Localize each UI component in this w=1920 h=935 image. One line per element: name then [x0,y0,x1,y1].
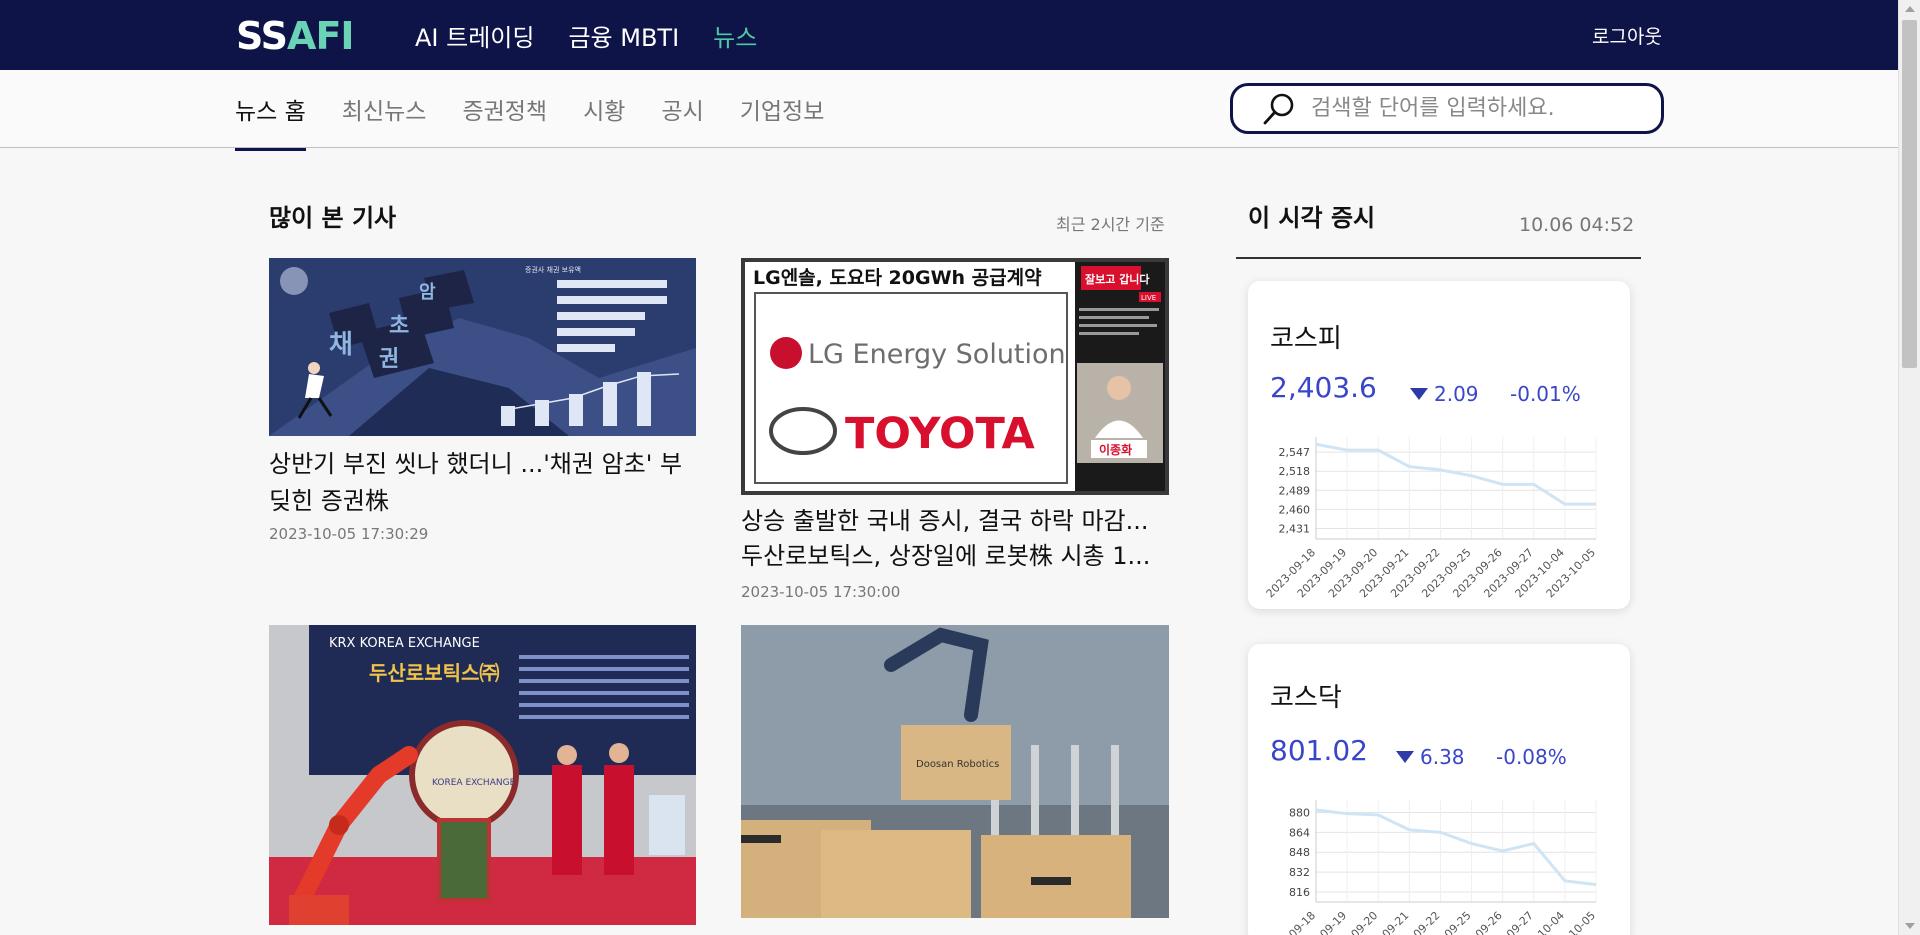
tab-disclosure[interactable]: 공시 [661,92,703,151]
article-thumbnail-lg-toyota[interactable]: LG엔솔, 도요타 20GWh 공급계약 LG Energy Solution … [741,258,1169,495]
tab-company-info[interactable]: 기업정보 [740,92,825,151]
thumbnail-live: LIVE [1141,294,1156,302]
article-thumbnail-doosan-robot[interactable]: Doosan Robotics [741,625,1169,918]
nav-news[interactable]: 뉴스 [713,18,757,53]
scroll-up-arrow-icon[interactable] [1905,6,1915,12]
chart-xtick-label: 09-26 [1473,909,1505,935]
image-char-2: 채 [329,330,353,360]
index-percent: -0.01% [1510,382,1581,406]
scrollbar-thumb[interactable] [1902,20,1917,368]
top-navbar: SSAFI AI 트레이딩 금융 MBTI 뉴스 로그아웃 [0,0,1898,70]
chart-xtick-label: 09-21 [1380,909,1412,935]
index-change: 6.38 [1396,745,1465,769]
popular-title: 많이 본 기사 [269,204,397,232]
article-date: 2023-10-05 17:30:29 [269,525,429,543]
article-date: 2023-10-05 17:30:00 [741,583,901,601]
index-change: 2.09 [1410,382,1479,406]
thumbnail-headline: LG엔솔, 도요타 20GWh 공급계약 [753,267,1042,289]
nav-finance-mbti[interactable]: 금융 MBTI [568,18,679,53]
article-thumbnail-doosan-listing[interactable]: KRX KOREA EXCHANGE 두산로보틱스㈜ KOREA EXCHANG… [269,625,696,925]
nav-ai-trading[interactable]: AI 트레이딩 [415,18,534,53]
down-arrow-icon [1410,388,1428,400]
index-change-value: 2.09 [1434,382,1479,406]
logo[interactable]: SSAFI [236,14,355,58]
index-value: 2,403.6 [1270,371,1377,404]
tab-latest-news[interactable]: 최신뉴스 [342,92,427,151]
chart-xtick-label: 09-19 [1317,909,1349,935]
scroll-down-arrow-icon[interactable] [1905,923,1915,929]
chart-xtick-label: 09-22 [1411,909,1443,935]
image-char-3: 권 [379,347,399,372]
image-note: 증권사 채권 보유액 [525,265,581,274]
thumbnail-badge: 잘보고 갑니다 [1085,272,1150,286]
article-title[interactable]: 두산로보틱스, 상장일에 로봇株 시총 1... [741,538,1171,575]
logo-part-ss: SS [236,14,288,58]
thumbnail-brand-lg: LG Energy Solution [808,339,1066,370]
tab-market-conditions[interactable]: 시황 [583,92,625,151]
index-name: 코스닥 [1270,683,1342,713]
chart-series-line [1315,808,1597,887]
index-card-kospi[interactable]: 코스피 2,403.6 2.09 -0.01% 2,547 2,518 2,489 2… [1248,281,1630,609]
chart-xtick-label: 10-05 [1566,909,1598,935]
chart-xtick-label: 09-18 [1286,909,1318,935]
chart-ytick-label: 832 [1289,866,1310,879]
article-title[interactable]: 상승 출발한 국내 증시, 결국 하락 마감... [741,503,1171,540]
photo-banner-text: 두산로보틱스㈜ [369,661,499,685]
chart-xtick-label: 10-04 [1535,909,1567,935]
logo-part-afi: AFI [287,14,355,58]
chart-ytick-label: 880 [1289,806,1310,819]
news-subnav: 뉴스 홈 최신뉴스 증권정책 시황 공시 기업정보 [0,70,1898,151]
photo-drum-text: KOREA EXCHANGE [432,778,516,788]
image-char-1: 초 [389,314,409,339]
chart-ytick-label: 864 [1289,826,1310,839]
main-nav: AI 트레이딩 금융 MBTI 뉴스 [415,18,757,53]
chart-xtick-label: 09-25 [1442,909,1474,935]
popular-subtitle: 최근 2시간 기준 [1056,215,1165,234]
chart-xtick-label: 09-27 [1504,909,1536,935]
news-tabs: 뉴스 홈 최신뉴스 증권정책 시황 공시 기업정보 [235,92,824,151]
index-name: 코스피 [1270,324,1342,354]
chart-ytick-label: 816 [1289,886,1310,899]
chart-ytick-label: 2,518 [1279,465,1311,478]
chart-xtick-label: 09-20 [1349,909,1381,935]
index-percent: -0.08% [1496,745,1567,769]
image-char-0: 암 [419,282,436,303]
market-divider [1236,257,1641,259]
down-arrow-icon [1396,751,1414,763]
index-card-kosdaq[interactable]: 코스닥 801.02 6.38 -0.08% 880 864 848 832 816 09… [1248,644,1630,935]
tab-news-home[interactable]: 뉴스 홈 [235,92,306,151]
photo-box-label: Doosan Robotics [916,759,999,770]
chart-ytick-label: 848 [1289,846,1310,859]
market-time: 10.06 04:52 [1519,214,1635,236]
search-input[interactable] [1311,96,1631,121]
index-chart-kospi: 2,5472,5182,4892,4602,4312023-09-182023-… [1264,437,1598,600]
search-icon[interactable] [1261,91,1297,127]
index-chart-kosdaq: 880 864 848 832 816 09-18 09-19 09-20 09-21 09-22… [1286,800,1598,935]
photo-exchange-text: KRX KOREA EXCHANGE [329,636,480,651]
chart-ytick-label: 2,431 [1279,522,1311,535]
search-box[interactable] [1230,83,1664,134]
thumbnail-brand-toyota: TOYOTA [845,409,1036,459]
scrollbar[interactable] [1898,0,1920,935]
chart-ytick-label: 2,489 [1279,484,1311,497]
article-thumbnail-bond[interactable]: 암 초 채 권 증권사 채권 보유액 [269,258,696,436]
article-title[interactable]: 상반기 부진 씻나 했더니 ...'채권 암초' 부딪힌 증권株 [269,446,699,520]
chart-ytick-label: 2,547 [1279,446,1311,459]
thumbnail-person: 이종화 [1099,442,1132,457]
logout-button[interactable]: 로그아웃 [1592,22,1662,49]
market-title: 이 시각 증시 [1248,204,1376,232]
chart-ytick-label: 2,460 [1279,503,1311,516]
chart-series-line [1315,442,1596,506]
index-change-value: 6.38 [1420,745,1465,769]
index-value: 801.02 [1270,734,1368,767]
tab-securities-policy[interactable]: 증권정책 [462,92,547,151]
